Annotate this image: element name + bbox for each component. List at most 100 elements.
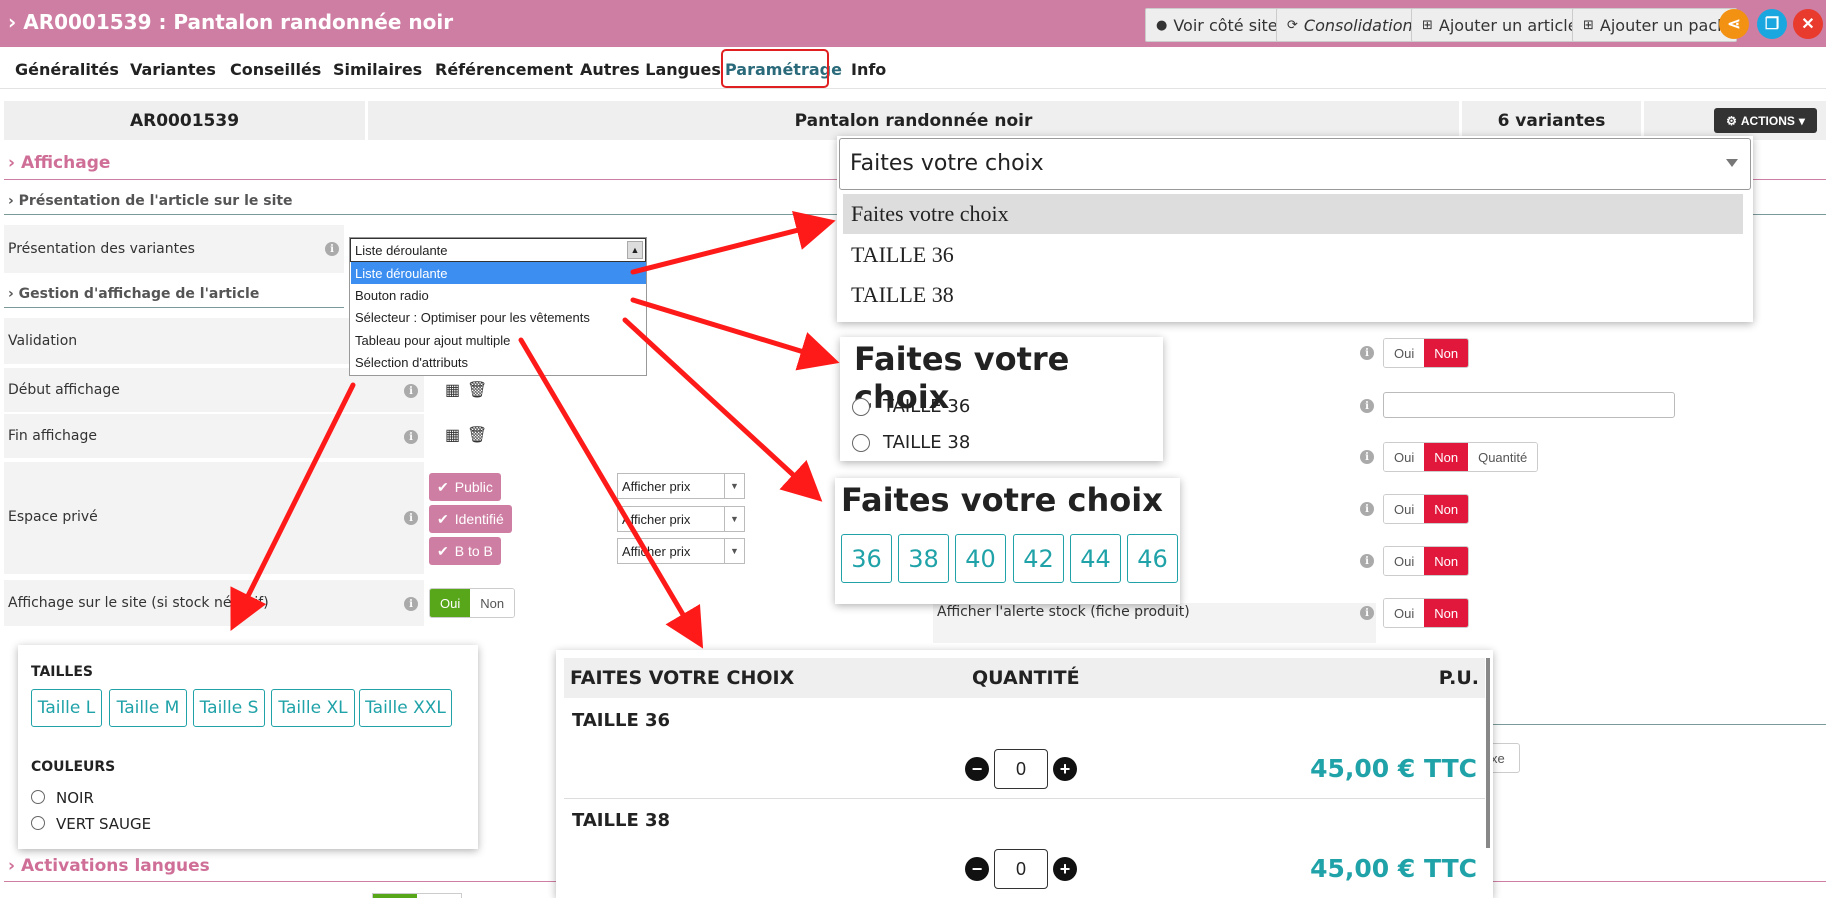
preview-option[interactable]: TAILLE 38 — [843, 275, 1743, 315]
tab-info[interactable]: Info — [851, 60, 886, 79]
toggle-non[interactable]: Non — [1424, 339, 1469, 367]
size-button[interactable]: 46 — [1127, 534, 1178, 583]
attribute-button[interactable]: Taille XXL — [359, 689, 452, 727]
right-toggle-5[interactable]: Oui Non — [1383, 598, 1470, 628]
radio-button[interactable] — [31, 816, 45, 830]
caret-down-icon — [1726, 159, 1738, 167]
tab-generalites[interactable]: Généralités — [15, 60, 119, 79]
variant-presentation-listbox[interactable]: Liste déroulante ▲ Liste déroulante Bouto… — [349, 237, 647, 376]
attribute-button[interactable]: Taille L — [31, 689, 102, 727]
toggle-quantite[interactable]: Quantité — [1468, 443, 1538, 471]
section-presentation[interactable]: › Présentation de l'article sur le site — [8, 193, 293, 209]
duplicate-icon[interactable]: ❐ — [1757, 9, 1787, 39]
calendar-icon[interactable]: ▦ — [445, 425, 460, 445]
toggle-oui[interactable]: Oui — [1384, 547, 1425, 575]
right-toggle-3[interactable]: Oui Non — [1383, 494, 1470, 524]
price-select-btob[interactable]: Afficher prix ▼ — [617, 538, 745, 564]
preview-select[interactable]: Faites votre choix — [839, 138, 1751, 190]
size-button[interactable]: 40 — [955, 534, 1006, 583]
quantity-input[interactable]: 0 — [994, 849, 1048, 889]
listbox-option[interactable]: Tableau pour ajout multiple — [351, 329, 646, 351]
trash-icon[interactable]: 🗑 — [467, 425, 487, 445]
size-button[interactable]: 38 — [898, 534, 949, 583]
toggle-oui[interactable]: Oui — [1384, 599, 1425, 627]
active-tab-highlight — [721, 49, 829, 88]
section-presentation-label: Présentation de l'article sur le site — [18, 193, 293, 209]
toggle-non[interactable]: Non — [1424, 547, 1469, 575]
attribute-button[interactable]: Taille S — [193, 689, 265, 727]
section-activations-label: Activations langues — [20, 856, 210, 876]
section-affichage[interactable]: › Affichage — [8, 153, 110, 173]
divider — [1493, 724, 1826, 725]
trash-icon[interactable]: 🗑 — [467, 380, 487, 400]
section-activations[interactable]: › Activations langues — [8, 856, 210, 876]
add-pack-button[interactable]: ⊞ Ajouter un pack — [1572, 8, 1738, 42]
caret-up-icon[interactable]: ▲ — [627, 241, 643, 259]
actions-button[interactable]: ⚙ ACTIONS ▾ — [1714, 108, 1817, 133]
tailles-heading: TAILLES — [31, 664, 93, 680]
preview-option[interactable]: Faites votre choix — [843, 194, 1743, 234]
language-toggle[interactable] — [372, 893, 462, 898]
close-icon[interactable]: ✕ — [1793, 9, 1823, 39]
size-button[interactable]: 42 — [1013, 534, 1064, 583]
tab-autres-langues[interactable]: Autres Langues — [580, 60, 721, 79]
toggle-non[interactable]: Non — [1424, 443, 1469, 471]
add-article-button[interactable]: ⊞ Ajouter un article — [1411, 8, 1589, 42]
tab-similaires[interactable]: Similaires — [333, 60, 422, 79]
price-select-public[interactable]: Afficher prix ▼ — [617, 473, 745, 499]
calendar-icon[interactable]: ▦ — [445, 380, 460, 400]
listbox-option[interactable]: Sélecteur : Optimiser pour les vêtements — [351, 306, 646, 328]
add-article-label: Ajouter un article — [1438, 15, 1578, 35]
tab-conseilles[interactable]: Conseillés — [230, 60, 321, 79]
size-buttons-preview: Faites votre choix 36 38 40 42 44 46 — [835, 478, 1180, 604]
attribute-button[interactable]: Taille M — [109, 689, 187, 727]
radio-button[interactable] — [852, 434, 870, 452]
stock-negatif-toggle[interactable]: Oui Non — [429, 588, 516, 618]
unit-price: 45,00 € TTC — [1310, 854, 1477, 883]
text-field[interactable] — [1383, 392, 1675, 418]
minus-icon[interactable]: − — [965, 757, 989, 781]
toggle-oui[interactable]: Oui — [430, 589, 471, 617]
listbox-current[interactable]: Liste déroulante ▲ — [350, 238, 646, 262]
toggle-non[interactable]: Non — [470, 589, 515, 617]
toggle-non[interactable]: Non — [1424, 495, 1469, 523]
quantity-input[interactable]: 0 — [994, 749, 1048, 789]
attributes-preview: TAILLES Taille L Taille M Taille S Taill… — [18, 645, 478, 849]
minus-icon[interactable]: − — [965, 857, 989, 881]
consolidation-button[interactable]: ⟳ Consolidation — [1276, 8, 1424, 42]
toggle-non[interactable]: Non — [1424, 599, 1469, 627]
radio-button[interactable] — [31, 790, 45, 804]
section-gestion[interactable]: › Gestion d'affichage de l'article — [8, 286, 259, 302]
identifie-badge[interactable]: ✔ Identifié — [429, 505, 512, 533]
size-button[interactable]: 44 — [1070, 534, 1121, 583]
toggle-oui[interactable]: Oui — [1384, 495, 1425, 523]
radio-button[interactable] — [852, 398, 870, 416]
info-icon: i — [1360, 450, 1374, 464]
tab-referencement[interactable]: Référencement — [435, 60, 573, 79]
tab-variantes[interactable]: Variantes — [130, 60, 216, 79]
preview-option[interactable]: TAILLE 36 — [843, 235, 1743, 275]
listbox-option[interactable]: Bouton radio — [351, 284, 646, 306]
plus-icon[interactable]: + — [1053, 757, 1077, 781]
share-icon[interactable]: ⋖ — [1719, 9, 1749, 39]
attribute-button[interactable]: Taille XL — [271, 689, 355, 727]
info-icon: i — [1360, 346, 1374, 360]
listbox-option[interactable]: Liste déroulante — [351, 262, 646, 284]
right-toggle-1[interactable]: Oui Non — [1383, 338, 1470, 368]
toggle-oui[interactable]: Oui — [1384, 443, 1425, 471]
right-toggle-2[interactable]: Oui Non Quantité — [1383, 442, 1539, 472]
price-select-identifie[interactable]: Afficher prix ▼ — [617, 506, 745, 532]
btob-badge[interactable]: ✔ B to B — [429, 537, 501, 565]
scrollbar[interactable] — [1486, 658, 1490, 848]
plus-icon[interactable]: + — [1053, 857, 1077, 881]
toggle-oui[interactable]: Oui — [1384, 339, 1425, 367]
fin-affichage-label: Fin affichage — [8, 428, 98, 444]
public-badge[interactable]: ✔ Public — [429, 473, 501, 501]
check-icon: ✔ — [437, 510, 449, 527]
right-toggle-4[interactable]: Oui Non — [1383, 546, 1470, 576]
row-divider — [564, 798, 1485, 799]
size-button[interactable]: 36 — [841, 534, 892, 583]
listbox-option[interactable]: Sélection d'attributs — [351, 351, 646, 373]
view-site-button[interactable]: ● Voir côté site — [1145, 8, 1289, 42]
info-icon: i — [404, 511, 418, 525]
